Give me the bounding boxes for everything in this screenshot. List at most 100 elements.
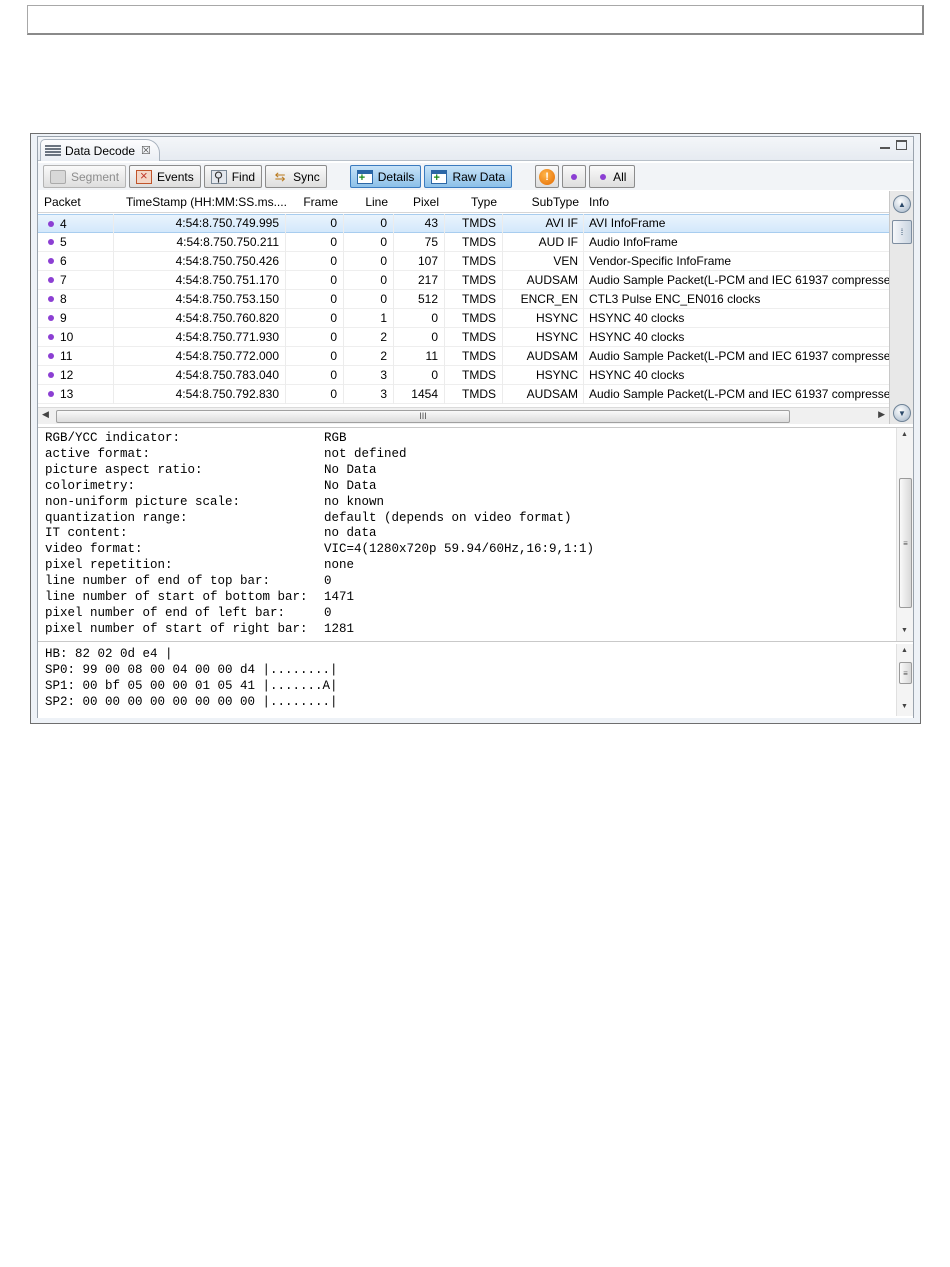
cell-frame: 0 (286, 251, 344, 271)
details-scroll-up-icon[interactable]: ▲ (901, 431, 908, 438)
warning-filter-button[interactable]: ! (535, 165, 560, 188)
details-vertical-scrollbar[interactable]: ▲ ≡ ▼ (896, 428, 913, 641)
details-row: non-uniform picture scale: no known (38, 495, 913, 511)
raw-data-line: HB: 82 02 0d e4 | (45, 647, 173, 661)
cell-timestamp: 4:54:8.750.753.150 (114, 289, 286, 309)
column-header-pixel[interactable]: Pixel (394, 195, 445, 209)
packet-dot-icon (48, 334, 54, 340)
details-scroll-thumb[interactable]: ≡ (899, 478, 912, 608)
cell-pixel: 0 (394, 365, 445, 385)
raw-data-label: Raw Data (452, 169, 506, 184)
cell-type: TMDS (445, 308, 503, 328)
cell-pixel: 0 (394, 327, 445, 347)
cell-type: TMDS (445, 365, 503, 385)
details-field-list: RGB/YCC indicator: RGB active format: not d… (38, 428, 913, 638)
scrollbar-thumb[interactable]: ⁞ (892, 220, 912, 244)
raw-data-vertical-scrollbar[interactable]: ▲ ≡ ▼ (896, 644, 913, 716)
packet-filter-button[interactable] (562, 165, 587, 188)
table-row[interactable]: 8 4:54:8.750.753.150 0 0 512 TMDS ENCR_EN CTL3 … (38, 289, 889, 309)
details-value: not defined (324, 446, 407, 461)
column-header-frame[interactable]: Frame (286, 195, 344, 209)
events-button[interactable]: Events (129, 165, 201, 188)
cell-frame: 0 (286, 232, 344, 252)
all-filter-button[interactable]: All (589, 165, 636, 188)
details-value: No Data (324, 478, 377, 493)
cell-timestamp: 4:54:8.750.750.211 (114, 232, 286, 252)
column-header-packet[interactable]: Packet (38, 195, 114, 209)
column-header-line[interactable]: Line (344, 195, 394, 209)
events-label: Events (157, 169, 194, 184)
details-scroll-down-icon[interactable]: ▼ (901, 627, 908, 634)
table-vertical-scrollbar[interactable]: ▲ ⁞ ▼ (889, 191, 913, 424)
scroll-right-icon[interactable]: ▶ (878, 409, 885, 420)
details-pane: RGB/YCC indicator: RGB active format: not d… (38, 427, 913, 642)
raw-scroll-down-icon[interactable]: ▼ (901, 703, 908, 710)
tab-data-decode[interactable]: Data Decode ☒ (40, 139, 160, 161)
table-row[interactable]: 10 4:54:8.750.771.930 0 2 0 TMDS HSYNC HSYNC 40… (38, 327, 889, 347)
raw-scroll-up-icon[interactable]: ▲ (901, 647, 908, 654)
find-icon (210, 169, 227, 185)
raw-data-pane: HB: 82 02 0d e4 | SP0: 99 00 08 00 04 00 … (38, 644, 913, 718)
cell-frame: 0 (286, 327, 344, 347)
details-value: default (depends on video format) (324, 510, 572, 525)
sync-button[interactable]: ⇆ Sync (265, 165, 327, 188)
table-row[interactable]: 4 4:54:8.750.749.995 0 0 43 TMDS AVI IF AVI Inf… (38, 214, 889, 233)
cell-frame: 0 (286, 365, 344, 385)
horizontal-scroll-thumb[interactable]: III (56, 410, 790, 423)
maximize-icon[interactable] (896, 140, 907, 150)
cell-timestamp: 4:54:8.750.760.820 (114, 308, 286, 328)
packet-number: 10 (60, 330, 74, 344)
raw-data-line: SP2: 00 00 00 00 00 00 00 00 |........| (45, 694, 338, 709)
table-row[interactable]: 6 4:54:8.750.750.426 0 0 107 TMDS VEN Vendor-Sp… (38, 251, 889, 271)
cell-packet: 12 (38, 365, 114, 385)
cell-pixel: 217 (394, 270, 445, 290)
segment-button[interactable]: Segment (43, 165, 127, 188)
cell-pixel: 0 (394, 308, 445, 328)
details-label: RGB/YCC indicator: (45, 431, 181, 445)
data-decode-window: Data Decode ☒ Segment Events Find (30, 133, 921, 724)
cell-line: 1 (344, 308, 394, 328)
details-icon (356, 169, 373, 184)
table-row[interactable]: 12 4:54:8.750.783.040 0 3 0 TMDS HSYNC HSYNC 40… (38, 365, 889, 385)
column-header-timestamp[interactable]: TimeStamp (HH:MM:SS.ms.... (114, 195, 286, 209)
table-row[interactable]: 7 4:54:8.750.751.170 0 0 217 TMDS AUDSAM Audio … (38, 270, 889, 290)
cell-packet: 8 (38, 289, 114, 309)
close-icon[interactable]: ☒ (141, 144, 151, 157)
cell-timestamp: 4:54:8.750.792.830 (114, 384, 286, 404)
cell-timestamp: 4:54:8.750.751.170 (114, 270, 286, 290)
find-button[interactable]: Find (203, 165, 263, 188)
details-label: IT content: (45, 526, 128, 541)
raw-scroll-thumb[interactable]: ≡ (899, 662, 912, 684)
table-row[interactable]: 9 4:54:8.750.760.820 0 1 0 TMDS HSYNC HSYNC 40 … (38, 308, 889, 328)
packet-dot-icon (48, 277, 54, 283)
column-header-info[interactable]: Info (584, 195, 889, 209)
details-button[interactable]: Details (349, 165, 422, 188)
table-row[interactable]: 13 4:54:8.750.792.830 0 3 1454 TMDS AUDSAM Audi… (38, 384, 889, 404)
events-icon (136, 168, 153, 184)
sync-label: Sync (293, 169, 320, 184)
table-row[interactable]: 5 4:54:8.750.750.211 0 0 75 TMDS AUD IF Audio I… (38, 232, 889, 252)
table-row[interactable]: 11 4:54:8.750.772.000 0 2 11 TMDS AUDSAM Audio … (38, 346, 889, 366)
cell-subtype: HSYNC (503, 365, 584, 385)
cell-pixel: 1454 (394, 384, 445, 404)
minimize-icon[interactable] (880, 140, 890, 149)
details-value: no data (324, 526, 377, 541)
details-value: VIC=4(1280x720p 59.94/60Hz,16:9,1:1) (324, 542, 595, 557)
cell-timestamp: 4:54:8.750.749.995 (114, 214, 286, 233)
table-horizontal-scrollbar[interactable]: ◀ III ▶ (38, 407, 889, 424)
packet-number: 13 (60, 387, 74, 401)
scroll-left-icon[interactable]: ◀ (42, 409, 49, 420)
cell-subtype: ENCR_EN (503, 289, 584, 309)
scroll-down-icon[interactable]: ▼ (893, 404, 911, 422)
details-label: pixel repetition: (45, 558, 173, 573)
column-header-type[interactable]: Type (445, 195, 503, 209)
cell-packet: 9 (38, 308, 114, 328)
column-header-subtype[interactable]: SubType (503, 195, 584, 209)
packet-dot-icon (48, 258, 54, 264)
raw-data-button[interactable]: Raw Data (424, 165, 513, 188)
cell-packet: 7 (38, 270, 114, 290)
cell-packet: 6 (38, 251, 114, 271)
packet-dot-icon (571, 173, 578, 180)
raw-data-icon (431, 169, 448, 184)
scroll-up-icon[interactable]: ▲ (893, 195, 911, 213)
